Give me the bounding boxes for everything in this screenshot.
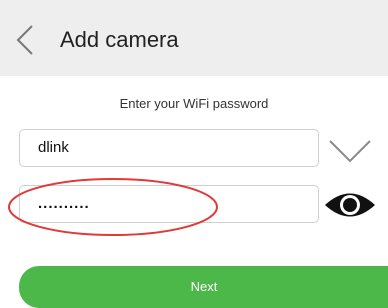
chevron-down-icon [329,140,371,163]
wifi-password-instruction: Enter your WiFi password [119,96,269,111]
eye-icon [325,193,375,217]
show-password-button[interactable] [323,188,377,222]
back-button[interactable] [8,22,42,58]
wifi-password-field[interactable]: .......... [19,185,319,223]
wifi-name-field[interactable]: dlink [19,129,319,167]
chevron-left-icon [16,25,33,55]
page-title: Add camera [60,27,179,52]
header-bar: Add camera [0,0,388,76]
wifi-dropdown-button[interactable] [328,133,372,167]
next-button[interactable]: Next [19,266,388,308]
